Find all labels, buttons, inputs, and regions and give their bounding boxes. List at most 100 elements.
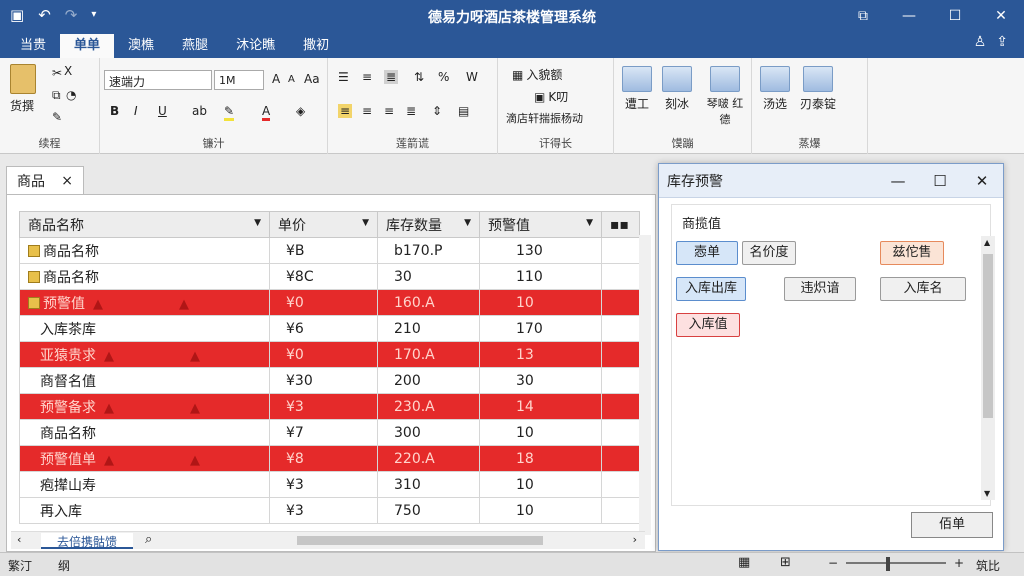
table-row[interactable]: 商品名称 ¥7 300 10 bbox=[19, 419, 640, 446]
cell-stock[interactable]: 170.A bbox=[377, 341, 480, 368]
show-marks-icon[interactable]: % bbox=[438, 70, 449, 84]
panel-ok-button[interactable]: 佰单 bbox=[911, 512, 993, 538]
chevron-down-icon[interactable]: ▼ bbox=[464, 218, 471, 228]
chevron-down-icon[interactable]: ▼ bbox=[254, 218, 261, 228]
cell-warn[interactable]: 13 bbox=[479, 341, 602, 368]
numbering-icon[interactable]: ≡ bbox=[362, 70, 372, 84]
panel-scroll-thumb[interactable] bbox=[983, 254, 993, 418]
sort-icon[interactable]: ⇅ bbox=[414, 70, 424, 84]
clear-format-icon[interactable]: ◈ bbox=[296, 104, 305, 118]
cell-price[interactable]: ¥3 bbox=[269, 471, 378, 498]
normal-view-icon[interactable]: ▦ bbox=[738, 555, 750, 570]
horizontal-scrollbar[interactable]: ‹ 去倍携骷馈 ⌕ › bbox=[11, 531, 645, 549]
cell-price[interactable]: ¥8 bbox=[269, 445, 378, 472]
cut-x-icon[interactable]: X bbox=[64, 64, 72, 78]
cell-name[interactable]: 商品名称 bbox=[19, 419, 270, 446]
cell-price[interactable]: ¥0 bbox=[269, 341, 378, 368]
header-warn[interactable]: 预警值 ▼ bbox=[479, 211, 602, 238]
underline-button[interactable]: U bbox=[158, 104, 167, 118]
tab-insert[interactable]: 澳樵 bbox=[114, 34, 168, 58]
scroll-right-icon[interactable]: › bbox=[633, 533, 637, 546]
cell-warn[interactable]: 110 bbox=[479, 263, 602, 290]
chevron-down-icon[interactable]: ▼ bbox=[984, 489, 990, 498]
font-name-select[interactable]: 速端力 bbox=[104, 70, 212, 90]
table-row[interactable]: 商品名称 ¥B b170.P 130 bbox=[19, 237, 640, 264]
cell-stock[interactable]: 210 bbox=[377, 315, 480, 342]
cell-price[interactable]: ¥8C bbox=[269, 263, 378, 290]
cell-warn[interactable]: 30 bbox=[479, 367, 602, 394]
cell-stock[interactable]: 220.A bbox=[377, 445, 480, 472]
cell-name[interactable]: 商品名称 bbox=[19, 263, 270, 290]
cell-price[interactable]: ¥0 bbox=[269, 289, 378, 316]
insert-link-button[interactable]: 滴店轩揣振杨动 bbox=[506, 110, 583, 126]
cell-name[interactable]: 商督名值 bbox=[19, 367, 270, 394]
cell-stock[interactable]: 200 bbox=[377, 367, 480, 394]
cell-name[interactable]: 疱撵山寿 bbox=[19, 471, 270, 498]
alert-button-3[interactable]: 兹佗售 bbox=[880, 241, 944, 265]
cell-warn[interactable]: 10 bbox=[479, 471, 602, 498]
chevron-down-icon[interactable]: ▼ bbox=[362, 218, 369, 228]
align-right-icon[interactable]: ≡ bbox=[384, 104, 394, 118]
alert-button-2[interactable]: 名价度 bbox=[742, 241, 796, 265]
edit-button-2[interactable]: 刻冰 bbox=[662, 66, 692, 112]
copy-options-icon[interactable]: ◔ bbox=[66, 88, 76, 102]
cell-price[interactable]: ¥3 bbox=[269, 393, 378, 420]
cut-icon[interactable]: ✂ bbox=[52, 66, 62, 80]
table-row-alert[interactable]: 预警值单 ▲ ▲ ¥8 220.A 18 bbox=[19, 445, 640, 472]
justify-icon[interactable]: ≣ bbox=[406, 104, 416, 118]
strikethrough-icon[interactable]: ab bbox=[192, 104, 207, 118]
tab-home[interactable]: 当贵 bbox=[6, 34, 60, 58]
table-row[interactable]: 入库茶库 ¥6 210 170 bbox=[19, 315, 640, 342]
edit-button-3[interactable]: 琴啵 红德 bbox=[702, 66, 748, 127]
line-spacing-icon[interactable]: ⇕ bbox=[432, 104, 442, 118]
ribbon-display-button[interactable]: ⧉ bbox=[840, 0, 886, 32]
format-painter-icon[interactable]: ✎ bbox=[52, 110, 62, 124]
cell-stock[interactable]: b170.P bbox=[377, 237, 480, 264]
cell-warn[interactable]: 130 bbox=[479, 237, 602, 264]
alert-button-1[interactable]: 悫单 bbox=[676, 241, 738, 265]
search-icon[interactable]: ⌕ bbox=[145, 532, 152, 547]
alert-button-6[interactable]: 入库名 bbox=[880, 277, 966, 301]
shrink-font-icon[interactable]: A bbox=[288, 74, 295, 85]
font-size-select[interactable]: 1M bbox=[214, 70, 264, 90]
view-button-2[interactable]: 刃泰锭 bbox=[800, 66, 836, 112]
panel-minimize-button[interactable]: — bbox=[877, 172, 919, 190]
cell-stock[interactable]: 300 bbox=[377, 419, 480, 446]
panel-close-button[interactable]: ✕ bbox=[961, 172, 1003, 190]
cell-stock[interactable]: 160.A bbox=[377, 289, 480, 316]
cell-warn[interactable]: 10 bbox=[479, 497, 602, 524]
more-icon[interactable]: ▪▪ bbox=[610, 217, 629, 233]
table-row[interactable]: 商督名值 ¥30 200 30 bbox=[19, 367, 640, 394]
cell-stock[interactable]: 310 bbox=[377, 471, 480, 498]
view-button-1[interactable]: 汤选 bbox=[760, 66, 790, 112]
tab-review[interactable]: 沐论瞧 bbox=[222, 34, 289, 58]
zoom-out-icon[interactable]: − bbox=[828, 556, 838, 570]
cell-price[interactable]: ¥6 bbox=[269, 315, 378, 342]
header-name[interactable]: 商品名称 ▼ bbox=[19, 211, 270, 238]
table-row[interactable]: 再入库 ¥3 750 10 bbox=[19, 497, 640, 524]
share-icon[interactable]: ⇪ bbox=[996, 34, 1008, 50]
zoom-thumb[interactable] bbox=[886, 557, 890, 571]
change-case-icon[interactable]: Aa bbox=[304, 72, 320, 86]
grow-font-icon[interactable]: A bbox=[272, 72, 280, 86]
cell-price[interactable]: ¥3 bbox=[269, 497, 378, 524]
cell-name[interactable]: 预警值单 ▲ ▲ bbox=[19, 445, 270, 472]
cell-price[interactable]: ¥7 bbox=[269, 419, 378, 446]
width-icon[interactable]: W bbox=[466, 70, 478, 84]
user-icon[interactable]: ♙ bbox=[974, 34, 987, 50]
close-button[interactable]: ✕ bbox=[978, 0, 1024, 32]
table-row[interactable]: 商品名称 ¥8C 30 110 bbox=[19, 263, 640, 290]
multilevel-icon[interactable]: ≣ bbox=[384, 70, 399, 84]
cell-warn[interactable]: 18 bbox=[479, 445, 602, 472]
tab-view[interactable]: 撒初 bbox=[289, 34, 343, 58]
zoom-in-icon[interactable]: + bbox=[954, 556, 964, 570]
minimize-button[interactable]: — bbox=[886, 0, 932, 32]
cell-price[interactable]: ¥30 bbox=[269, 367, 378, 394]
header-more[interactable]: ▪▪ bbox=[601, 211, 640, 238]
cell-warn[interactable]: 10 bbox=[479, 289, 602, 316]
scroll-thumb[interactable] bbox=[297, 536, 543, 545]
align-left-icon[interactable]: ≡ bbox=[338, 104, 353, 118]
table-row-alert[interactable]: 预警备求 ▲ ▲ ¥3 230.A 14 bbox=[19, 393, 640, 420]
tab-layout[interactable]: 燕腿 bbox=[168, 34, 222, 58]
shading-icon[interactable]: ▤ bbox=[458, 104, 469, 118]
